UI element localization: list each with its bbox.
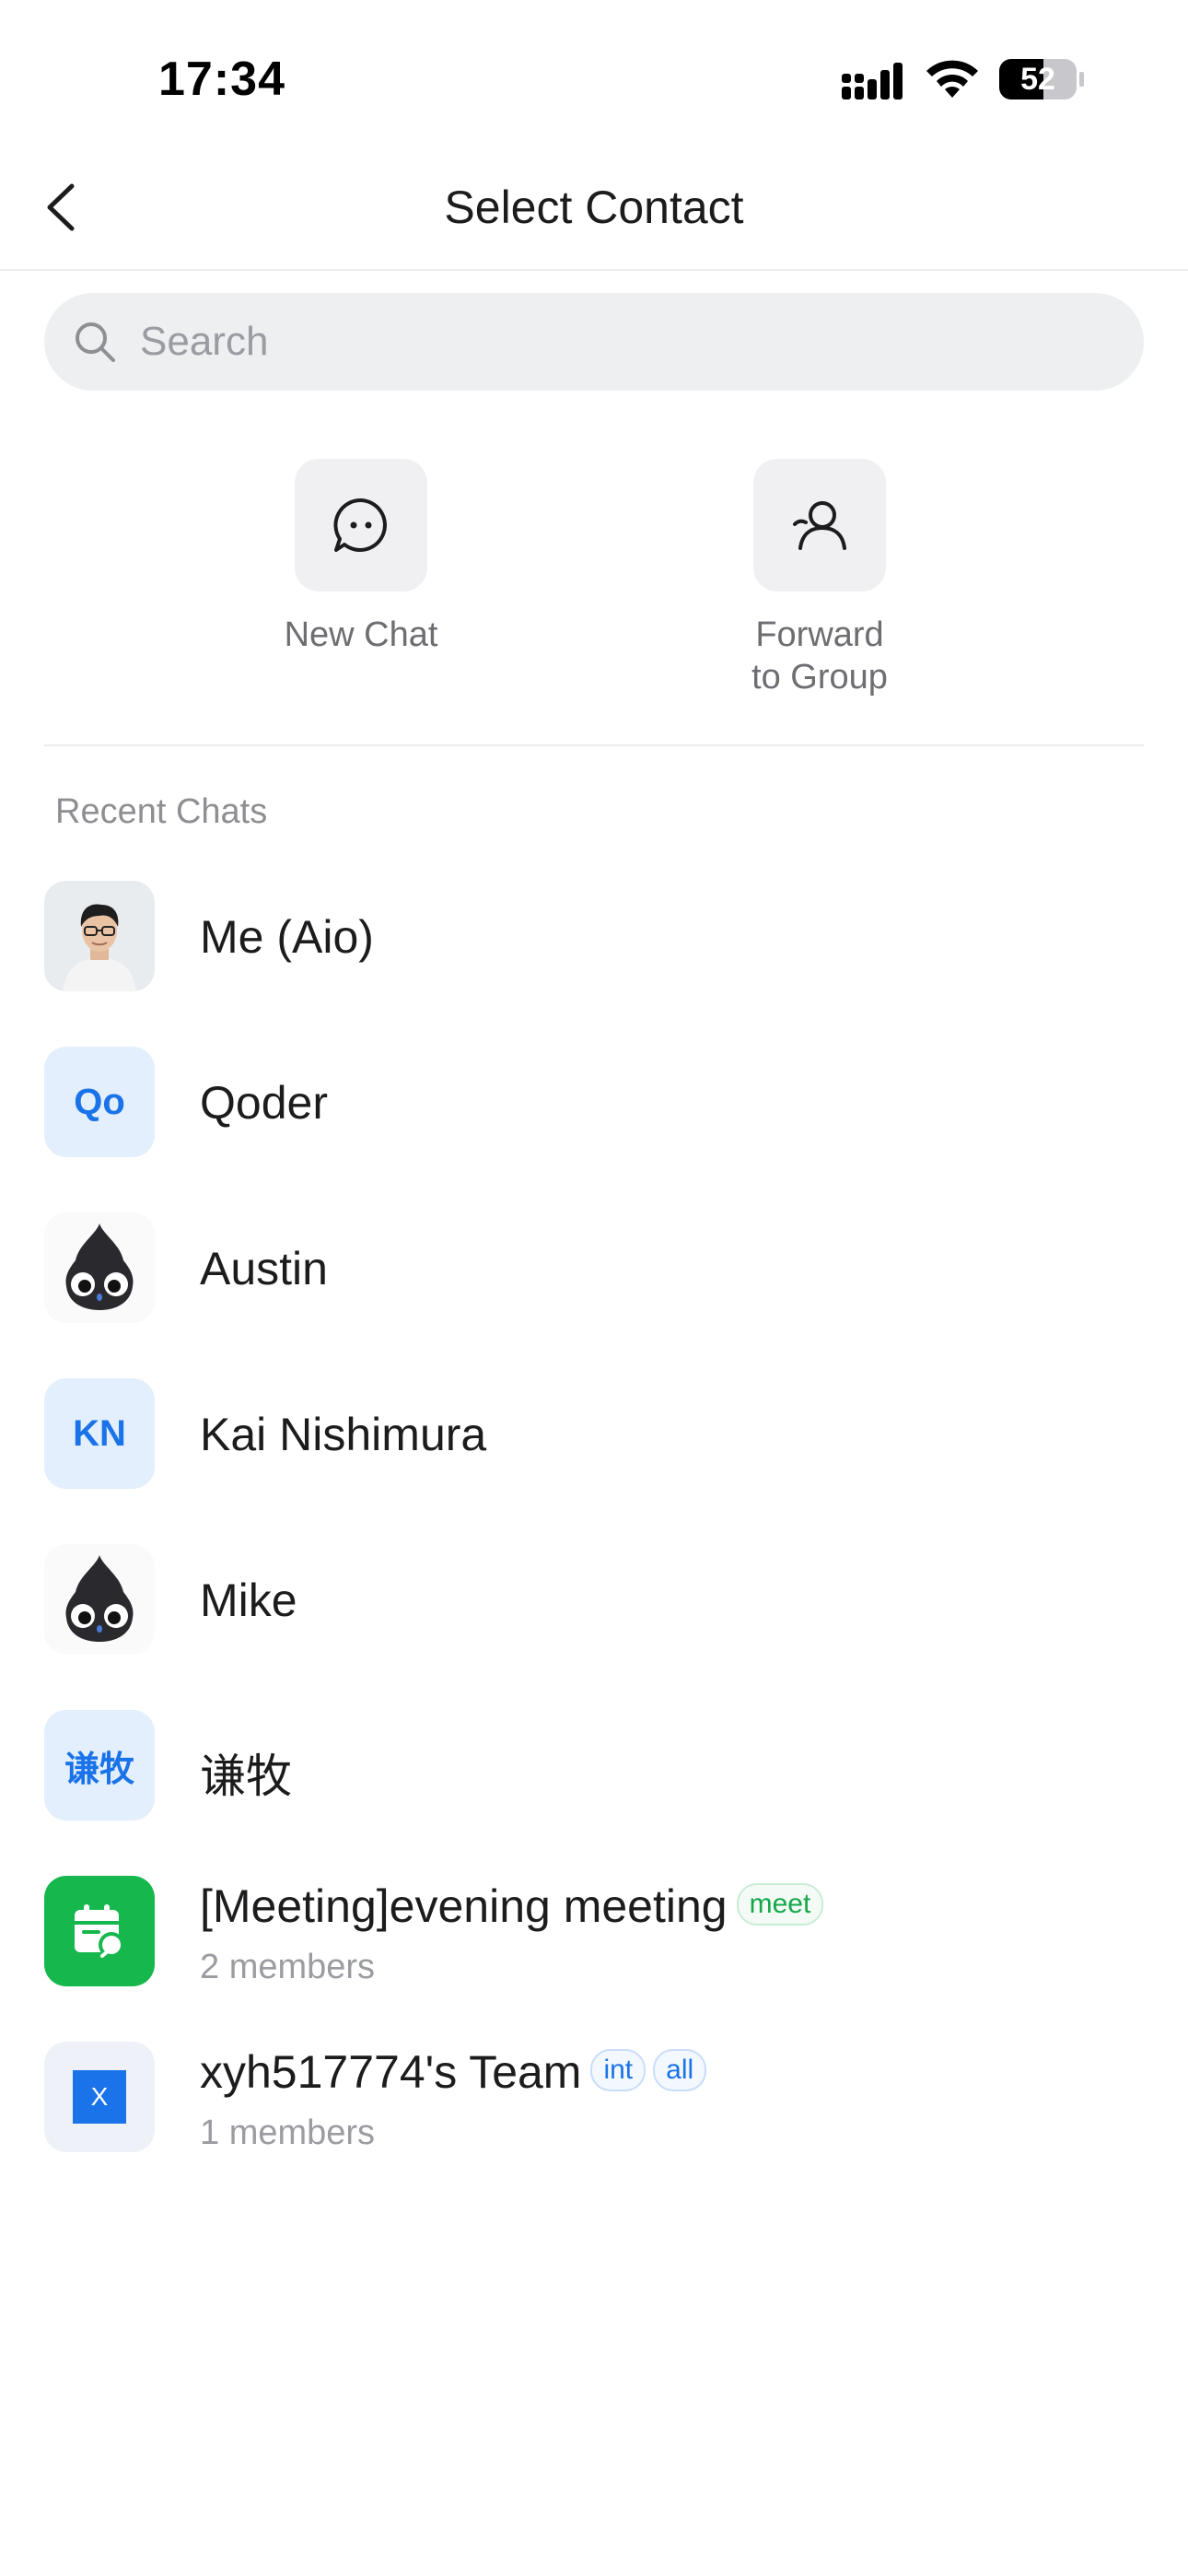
select-contact-screen: 17:34 52 Select Contact Search New Chat … (0, 0, 1188, 2576)
avatar (44, 881, 155, 991)
status-bar: 17:34 52 (0, 0, 1188, 138)
divider (44, 744, 1144, 746)
avatar: X (44, 2042, 155, 2152)
photo-avatar-icon (44, 881, 155, 991)
all-tag: all (653, 2048, 707, 2091)
forward-to-group-button[interactable]: Forward to Group (709, 459, 930, 698)
chat-bubble-icon (333, 498, 387, 552)
forward-to-group-label: Forward to Group (709, 614, 930, 698)
status-time: 17:34 (158, 53, 285, 106)
search-input[interactable] (140, 293, 1116, 391)
contact-row-kai-nishimura[interactable]: KN Kai Nishimura (0, 1367, 1188, 1533)
contact-row-mike[interactable]: Mike (0, 1533, 1188, 1699)
forward-to-group-icon-box (753, 459, 886, 591)
avatar-initials: Qo (74, 1081, 125, 1122)
new-chat-icon-box (295, 459, 427, 591)
meeting-calendar-icon (75, 1904, 124, 1958)
avatar-initials: 谦牧 (64, 1748, 134, 1789)
nav-bar: Select Contact (0, 138, 1188, 271)
forward-label-line1: Forward (755, 615, 884, 654)
contact-row-me[interactable]: Me (Aio) (0, 870, 1188, 1036)
avatar-initials: KN (73, 1412, 126, 1454)
section-label-recent-chats: Recent Chats (55, 792, 268, 831)
avatar: KN (44, 1378, 155, 1489)
forward-label-line2: to Group (751, 658, 888, 697)
int-tag: int (590, 2048, 646, 2091)
avatar (44, 1544, 155, 1655)
avatar: 谦牧 (44, 1710, 155, 1821)
cartoon-avatar-icon (65, 1224, 134, 1310)
person-icon (793, 501, 846, 550)
contact-name: Kai Nishimura (200, 1409, 487, 1460)
contact-name: Me (Aio) (200, 911, 374, 963)
contact-name: Austin (200, 1243, 328, 1294)
contact-name: Qoder (200, 1077, 328, 1129)
contact-name: Mike (200, 1575, 297, 1626)
contact-row-team[interactable]: X xyh517774's Team int all 1 members (0, 2031, 1188, 2196)
meet-tag: meet (736, 1882, 824, 1926)
new-chat-button[interactable]: New Chat (250, 459, 472, 656)
avatar (44, 1212, 155, 1323)
contact-name: [Meeting]evening meeting meet (200, 1879, 824, 1933)
team-logo-letter: X (90, 2082, 109, 2111)
member-count: 1 members (200, 2113, 376, 2152)
contact-name-text: xyh517774's Team (200, 2046, 582, 2098)
contact-name-text: [Meeting]evening meeting (200, 1880, 728, 1932)
page-title: Select Contact (444, 181, 744, 233)
contact-list: Me (Aio) Qo Qoder Austin KN Kai Nishimur… (0, 870, 1188, 2196)
avatar: Qo (44, 1047, 155, 1157)
new-chat-label: New Chat (284, 615, 438, 654)
search-bar[interactable] (44, 293, 1144, 391)
battery-level: 52 (1020, 62, 1055, 97)
contact-row-austin[interactable]: Austin (0, 1201, 1188, 1367)
signal-icon (842, 63, 903, 100)
contact-name: xyh517774's Team int all (200, 2045, 707, 2099)
avatar (44, 1876, 155, 1986)
search-icon (76, 322, 115, 362)
cartoon-avatar-icon (65, 1555, 134, 1642)
contact-row-qianmu[interactable]: 谦牧 谦牧 (0, 1699, 1188, 1865)
team-logo: X (73, 2070, 126, 2124)
contact-name: 谦牧 (200, 1750, 292, 1803)
member-count: 2 members (200, 1948, 376, 1986)
wifi-icon (926, 60, 978, 98)
contact-row-meeting[interactable]: [Meeting]evening meeting meet 2 members (0, 1865, 1188, 2031)
contact-row-qoder[interactable]: Qo Qoder (0, 1036, 1188, 1201)
